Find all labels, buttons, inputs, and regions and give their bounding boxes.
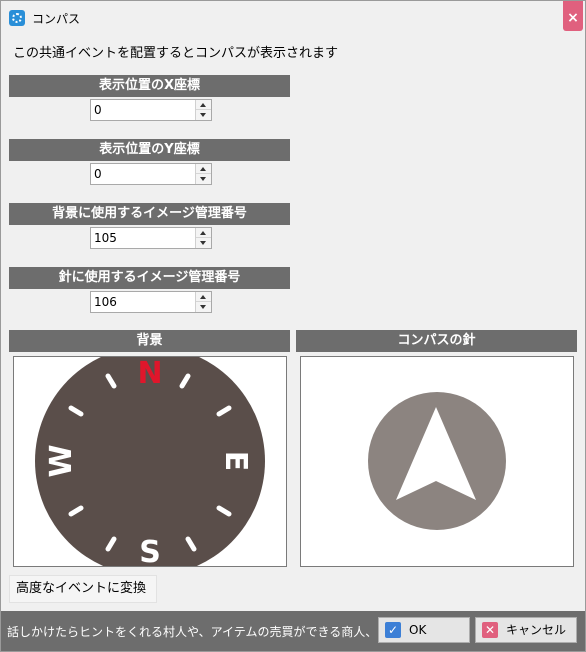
ok-button[interactable]: ✓ OK — [378, 617, 470, 643]
status-bar: 話しかけたらヒントをくれる村人や、アイテムの売買ができる商人、お金が ✓ OK … — [1, 611, 585, 651]
north-letter: N — [137, 357, 162, 391]
y-position-arrows — [195, 164, 211, 184]
needle-image-spinner[interactable] — [90, 291, 212, 313]
background-image-header: 背景に使用するイメージ管理番号 — [9, 203, 290, 225]
y-position-spinner[interactable] — [90, 163, 212, 185]
ok-label: OK — [409, 623, 427, 637]
background-image-spinner[interactable] — [90, 227, 212, 249]
compass-dialog: コンパス × この共通イベントを配置するとコンパスが表示されます 表示位置のX座… — [0, 0, 586, 652]
compass-needle-icon — [368, 392, 506, 530]
title-bar: コンパス × — [1, 1, 585, 33]
close-button[interactable]: × — [563, 1, 583, 31]
needle-image-increment-icon[interactable] — [196, 292, 211, 302]
cancel-label: キャンセル — [506, 623, 567, 637]
background-image-input[interactable] — [91, 228, 194, 248]
hint-text: 話しかけたらヒントをくれる村人や、アイテムの売買ができる商人、お金が — [7, 625, 375, 639]
needle-image-decrement-icon[interactable] — [196, 302, 211, 312]
background-image-increment-icon[interactable] — [196, 228, 211, 238]
convert-to-advanced-button[interactable]: 高度なイベントに変換 — [9, 575, 157, 603]
background-image-decrement-icon[interactable] — [196, 238, 211, 248]
needle-image-input[interactable] — [91, 292, 194, 312]
needle-image-arrows — [195, 292, 211, 312]
needle-preview-header: コンパスの針 — [296, 330, 577, 352]
x-position-arrows — [195, 100, 211, 120]
intro-text: この共通イベントを配置するとコンパスが表示されます — [13, 46, 339, 61]
west-letter: W — [44, 444, 79, 477]
x-position-increment-icon[interactable] — [196, 100, 211, 110]
check-icon: ✓ — [385, 622, 401, 638]
background-preview: N E S W — [13, 356, 287, 567]
app-icon — [9, 10, 25, 26]
x-position-input[interactable] — [91, 100, 194, 120]
needle-preview — [300, 356, 574, 567]
background-preview-header: 背景 — [9, 330, 290, 352]
compass-dial-icon: N E S W — [35, 357, 265, 566]
y-position-increment-icon[interactable] — [196, 164, 211, 174]
y-position-decrement-icon[interactable] — [196, 174, 211, 184]
needle-image-header: 針に使用するイメージ管理番号 — [9, 267, 290, 289]
x-position-header: 表示位置のX座標 — [9, 75, 290, 97]
x-position-spinner[interactable] — [90, 99, 212, 121]
x-position-decrement-icon[interactable] — [196, 110, 211, 120]
cancel-button[interactable]: ✕ キャンセル — [475, 617, 577, 643]
y-position-input[interactable] — [91, 164, 194, 184]
cross-icon: ✕ — [482, 622, 498, 638]
south-letter: S — [139, 535, 161, 566]
background-image-arrows — [195, 228, 211, 248]
east-letter: E — [218, 451, 253, 472]
window-title: コンパス — [32, 12, 81, 26]
y-position-header: 表示位置のY座標 — [9, 139, 290, 161]
